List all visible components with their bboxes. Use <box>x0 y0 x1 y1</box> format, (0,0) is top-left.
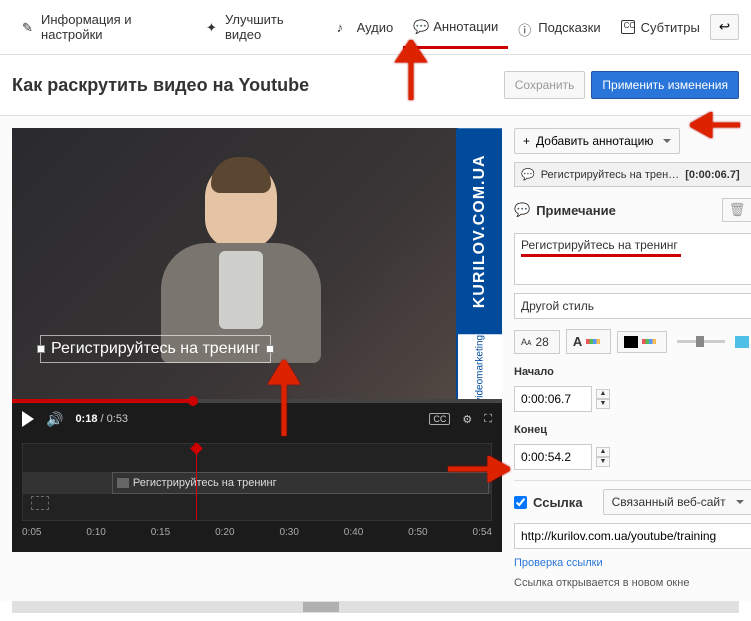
trash-icon: 🗑 <box>729 202 746 217</box>
timeline-clip[interactable]: Регистрируйтесь на тренинг <box>112 472 489 494</box>
tab-label: Аудио <box>357 20 394 35</box>
volume-icon[interactable]: 🔊 <box>46 411 63 428</box>
annotation-list-item[interactable]: 💬 Регистрируйтесь на трен… [0:00:06.7] <box>514 162 751 187</box>
time-display: 0:18 / 0:53 <box>75 413 128 425</box>
crop-icon[interactable] <box>31 496 49 510</box>
font-size-icon: Aᴀ <box>521 337 531 347</box>
swatch-icon <box>624 336 638 348</box>
arrow-back-icon: ↩ <box>719 19 730 34</box>
tab-subtitles[interactable]: CC Субтитры <box>611 8 710 47</box>
clip-label: Регистрируйтесь на тренинг <box>133 477 277 489</box>
video-player[interactable]: KURILOV.COM.UA videomarketing Регистриру… <box>12 128 502 403</box>
back-button[interactable]: ↩ <box>710 14 739 40</box>
tab-audio[interactable]: ♪ Аудио <box>327 8 404 47</box>
note-text: Регистрируйтесь на тренинг <box>521 238 678 252</box>
start-label: Начало <box>514 366 751 378</box>
banner-url: KURILOV.COM.UA <box>458 128 502 334</box>
link-type-label: Связанный веб-сайт <box>612 495 726 509</box>
tab-label: Субтитры <box>641 20 700 35</box>
plus-icon: + <box>523 134 530 148</box>
video-frame: KURILOV.COM.UA videomarketing Регистриру… <box>12 128 502 403</box>
annotation-name: Регистрируйтесь на трен… <box>541 169 679 181</box>
delete-button[interactable]: 🗑 <box>722 198 751 222</box>
format-toolbar: Aᴀ 28 A <box>514 329 751 354</box>
end-label: Конец <box>514 424 751 436</box>
timeline-area[interactable]: Регистрируйтесь на тренинг <box>22 443 492 521</box>
tab-label: Аннотации <box>433 19 498 34</box>
editor-main: KURILOV.COM.UA videomarketing Регистриру… <box>0 115 751 601</box>
add-annotation-button[interactable]: + Добавить аннотацию <box>514 128 680 154</box>
info-icon: ⓘ <box>518 20 532 34</box>
clip-icon <box>117 478 129 488</box>
step-up[interactable]: ▲ <box>596 447 610 457</box>
cc-toggle[interactable]: CC <box>429 413 450 425</box>
settings-icon[interactable]: ⚙ <box>462 413 472 426</box>
annotation-overlay[interactable]: Регистрируйтесь на тренинг <box>40 335 271 363</box>
timeline: Регистрируйтесь на тренинг 0:05 0:10 0:1… <box>12 435 502 552</box>
link-label: Ссылка <box>533 495 583 510</box>
tab-label: Информация и настройки <box>41 12 186 42</box>
timeline-track[interactable]: Регистрируйтесь на тренинг <box>23 472 491 494</box>
font-style-select[interactable]: Другой стиль <box>514 293 751 319</box>
add-label: Добавить аннотацию <box>536 134 653 148</box>
tab-label: Улучшить видео <box>225 12 317 42</box>
tab-enhance[interactable]: ✦ Улучшить видео <box>196 0 327 54</box>
wand-icon: ✦ <box>206 20 219 34</box>
video-banner: KURILOV.COM.UA videomarketing <box>456 128 502 403</box>
tab-annotations[interactable]: 💬 Аннотации <box>403 7 508 49</box>
banner-tag: videomarketing <box>458 334 502 403</box>
font-size-value: 28 <box>535 335 548 349</box>
editor-tabs: ✎ Информация и настройки ✦ Улучшить виде… <box>0 0 751 55</box>
bg-color-select[interactable] <box>617 331 667 353</box>
tab-tips[interactable]: ⓘ Подсказки <box>508 8 610 47</box>
text-color-select[interactable]: A <box>566 329 611 354</box>
chevron-down-icon <box>736 500 744 504</box>
start-time-input[interactable] <box>514 386 592 412</box>
link-url-input[interactable] <box>514 523 751 549</box>
link-type-select[interactable]: Связанный веб-сайт <box>603 489 751 515</box>
speech-icon: 💬 <box>514 202 530 218</box>
section-title: Примечание <box>536 203 616 218</box>
link-note: Ссылка открывается в новом окне <box>514 577 751 589</box>
link-row: Ссылка Связанный веб-сайт <box>514 480 751 515</box>
annotation-panel: + Добавить аннотацию 💬 Регистрируйтесь н… <box>514 128 751 589</box>
selected-color-swatch[interactable] <box>735 336 749 348</box>
apply-button[interactable]: Применить изменения <box>591 71 739 99</box>
play-button[interactable] <box>22 411 34 427</box>
fullscreen-icon[interactable]: ⛶ <box>484 413 492 426</box>
opacity-slider[interactable] <box>677 340 725 343</box>
note-icon: ♪ <box>337 20 351 34</box>
annotation-text-input[interactable]: Регистрируйтесь на тренинг <box>514 233 751 285</box>
check-link[interactable]: Проверка ссылки <box>514 557 751 569</box>
horizontal-scrollbar[interactable] <box>12 601 739 613</box>
pencil-icon: ✎ <box>22 20 35 34</box>
link-checkbox[interactable] <box>514 496 527 509</box>
speech-icon: 💬 <box>521 168 535 181</box>
progress-bar[interactable] <box>12 399 502 403</box>
playhead[interactable] <box>196 444 197 520</box>
chevron-down-icon <box>663 139 671 143</box>
end-time-input[interactable] <box>514 444 592 470</box>
speech-icon: 💬 <box>413 19 427 33</box>
style-label: Другой стиль <box>521 299 594 313</box>
step-down[interactable]: ▼ <box>596 399 610 409</box>
page-header: Как раскрутить видео на Youtube Сохранит… <box>0 55 751 115</box>
font-size-select[interactable]: Aᴀ 28 <box>514 330 560 354</box>
save-button[interactable]: Сохранить <box>504 71 586 99</box>
video-column: KURILOV.COM.UA videomarketing Регистриру… <box>12 128 502 589</box>
tab-info[interactable]: ✎ Информация и настройки <box>12 0 196 54</box>
annotation-time: [0:00:06.7] <box>685 169 739 181</box>
tab-label: Подсказки <box>538 20 600 35</box>
cc-icon: CC <box>621 20 635 34</box>
note-section-header: 💬 Примечание 🗑 <box>514 195 751 225</box>
step-down[interactable]: ▼ <box>596 457 610 467</box>
step-up[interactable]: ▲ <box>596 389 610 399</box>
video-title: Как раскрутить видео на Youtube <box>12 75 309 96</box>
time-scale: 0:05 0:10 0:15 0:20 0:30 0:40 0:50 0:54 <box>22 527 492 538</box>
player-controls: 🔊 0:18 / 0:53 CC ⚙ ⛶ <box>12 403 502 435</box>
